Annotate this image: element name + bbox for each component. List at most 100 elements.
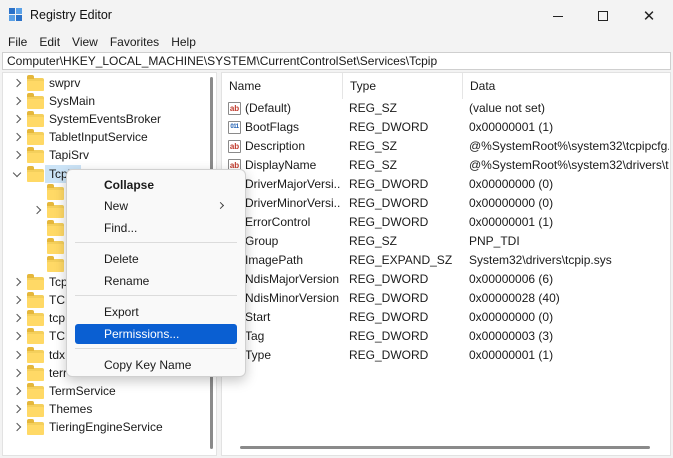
chevron-right-icon[interactable]	[12, 295, 22, 305]
chevron-right-icon[interactable]	[32, 205, 42, 214]
menu-permissions[interactable]: Permissions...	[75, 324, 237, 344]
value-type: REG_DWORD	[349, 348, 429, 362]
chevron-right-icon[interactable]	[12, 114, 22, 124]
menu-collapse[interactable]: Collapse	[75, 175, 237, 195]
address-bar[interactable]: Computer\HKEY_LOCAL_MACHINE\SYSTEM\Curre…	[2, 52, 671, 70]
chevron-right-icon[interactable]	[12, 386, 22, 395]
folder-icon	[27, 328, 44, 345]
tree-item[interactable]: Themes	[3, 400, 216, 418]
minimize-button[interactable]	[535, 0, 581, 32]
value-data: 0x00000000 (0)	[469, 310, 554, 324]
menu-help[interactable]: Help	[165, 32, 202, 52]
value-row[interactable]: ab DisplayName REG_SZ @%SystemRoot%\system3…	[222, 156, 670, 175]
chevron-right-icon[interactable]	[12, 78, 22, 88]
chevron-right-icon[interactable]	[12, 368, 22, 377]
value-row[interactable]: 011TagREG_DWORD0x00000003 (3)	[222, 327, 670, 346]
tree-item-label: Tcp	[49, 275, 68, 290]
value-type: REG_SZ	[349, 158, 398, 172]
menu-file[interactable]: File	[2, 32, 33, 52]
value-data: @%SystemRoot%\system32\drivers\tc	[469, 158, 669, 172]
value-row[interactable]: 011NdisMinorVersionREG_DWORD0x00000028 (…	[222, 289, 670, 308]
menu-find[interactable]: Find...	[75, 218, 237, 238]
value-data: 0x00000003 (3)	[469, 329, 554, 343]
folder-icon	[27, 93, 44, 110]
folder-icon	[27, 147, 44, 164]
value-data: 0x00000006 (6)	[469, 272, 554, 286]
menu-rename[interactable]: Rename	[75, 271, 237, 291]
value-row[interactable]: 011StartREG_DWORD0x00000000 (0)	[222, 308, 670, 327]
horizontal-scrollbar[interactable]	[240, 446, 650, 449]
close-button[interactable]: ✕	[626, 0, 672, 32]
chevron-right-icon[interactable]	[12, 422, 22, 432]
column-header-name[interactable]: Name	[222, 73, 343, 99]
close-icon: ✕	[642, 8, 656, 25]
value-name: DriverMajorVersi...	[245, 177, 341, 191]
menu-separator	[75, 295, 237, 296]
value-data: @%SystemRoot%\system32\tcpipcfg.	[469, 139, 669, 153]
tree-item[interactable]: swprv	[3, 74, 216, 92]
value-row[interactable]: abGroupREG_SZPNP_TDI	[222, 232, 670, 251]
tree-item-label: terr	[49, 365, 67, 380]
folder-icon	[27, 400, 44, 417]
tree-item[interactable]: TabletInputService	[3, 128, 216, 146]
value-row[interactable]: 011DriverMinorVersi...REG_DWORD0x0000000…	[222, 194, 670, 213]
value-data: (value not set)	[469, 101, 546, 115]
chevron-right-icon[interactable]	[12, 133, 22, 142]
chevron-right-icon[interactable]	[12, 277, 22, 287]
value-row[interactable]: ab (Default) REG_SZ (value not set)	[222, 99, 670, 118]
value-type: REG_SZ	[349, 234, 398, 248]
value-row[interactable]: 011DriverMajorVersi...REG_DWORD0x0000000…	[222, 175, 670, 194]
folder-icon	[27, 165, 44, 182]
maximize-icon	[598, 11, 608, 21]
minimize-icon	[553, 15, 563, 17]
menu-separator	[75, 242, 237, 243]
chevron-right-icon[interactable]	[12, 96, 22, 106]
folder-icon	[27, 111, 44, 128]
column-header-type[interactable]: Type	[343, 73, 463, 99]
value-row[interactable]: 011TypeREG_DWORD0x00000001 (1)	[222, 346, 670, 365]
value-type: REG_DWORD	[349, 120, 429, 134]
menu-copy-key-name[interactable]: Copy Key Name	[75, 355, 237, 375]
column-header-data[interactable]: Data	[463, 73, 670, 99]
menu-delete[interactable]: Delete	[75, 249, 237, 269]
folder-icon	[27, 364, 44, 381]
tree-item[interactable]: TapiSrv	[3, 146, 216, 164]
chevron-down-icon[interactable]	[12, 168, 22, 177]
menu-export[interactable]: Export	[75, 302, 237, 322]
tree-item[interactable]: SystemEventsBroker	[3, 110, 216, 128]
value-name: ImagePath	[245, 253, 304, 267]
menu-new-label: New	[104, 199, 129, 213]
tree-item[interactable]: TermService	[3, 382, 216, 400]
value-name: (Default)	[245, 101, 292, 115]
chevron-right-icon[interactable]	[12, 350, 22, 359]
menu-edit[interactable]: Edit	[33, 32, 66, 52]
menu-view[interactable]: View	[66, 32, 104, 52]
registry-icon	[9, 8, 24, 23]
value-row[interactable]: ab Description REG_SZ @%SystemRoot%\system3…	[222, 137, 670, 156]
value-name: DisplayName	[245, 158, 317, 172]
menu-separator	[75, 348, 237, 349]
tree-item-label: tdx	[49, 347, 66, 362]
value-row[interactable]: abImagePathREG_EXPAND_SZSystem32\drivers…	[222, 251, 670, 270]
chevron-right-icon[interactable]	[12, 332, 22, 341]
value-type: REG_DWORD	[349, 196, 429, 210]
value-data: 0x00000001 (1)	[469, 348, 554, 362]
value-data: 0x00000001 (1)	[469, 120, 554, 134]
value-row[interactable]: 011ErrorControlREG_DWORD0x00000001 (1)	[222, 213, 670, 232]
chevron-right-icon[interactable]	[12, 314, 22, 323]
menu-new[interactable]: New	[75, 196, 237, 216]
menu-bar: File Edit View Favorites Help	[0, 32, 673, 52]
value-type: REG_DWORD	[349, 329, 429, 343]
tree-item[interactable]: TieringEngineService	[3, 418, 216, 436]
folder-icon	[27, 292, 44, 309]
chevron-right-icon[interactable]	[12, 404, 22, 414]
value-row[interactable]: 011 BootFlags REG_DWORD 0x00000001 (1)	[222, 118, 670, 137]
value-name: ErrorControl	[245, 215, 311, 229]
tree-item-label: TapiSrv	[49, 148, 90, 163]
chevron-right-icon[interactable]	[12, 151, 22, 160]
value-row[interactable]: 011NdisMajorVersionREG_DWORD0x00000006 (…	[222, 270, 670, 289]
window-title: Registry Editor	[30, 8, 112, 22]
menu-favorites[interactable]: Favorites	[104, 32, 165, 52]
maximize-button[interactable]	[580, 0, 626, 32]
tree-item[interactable]: SysMain	[3, 92, 216, 110]
